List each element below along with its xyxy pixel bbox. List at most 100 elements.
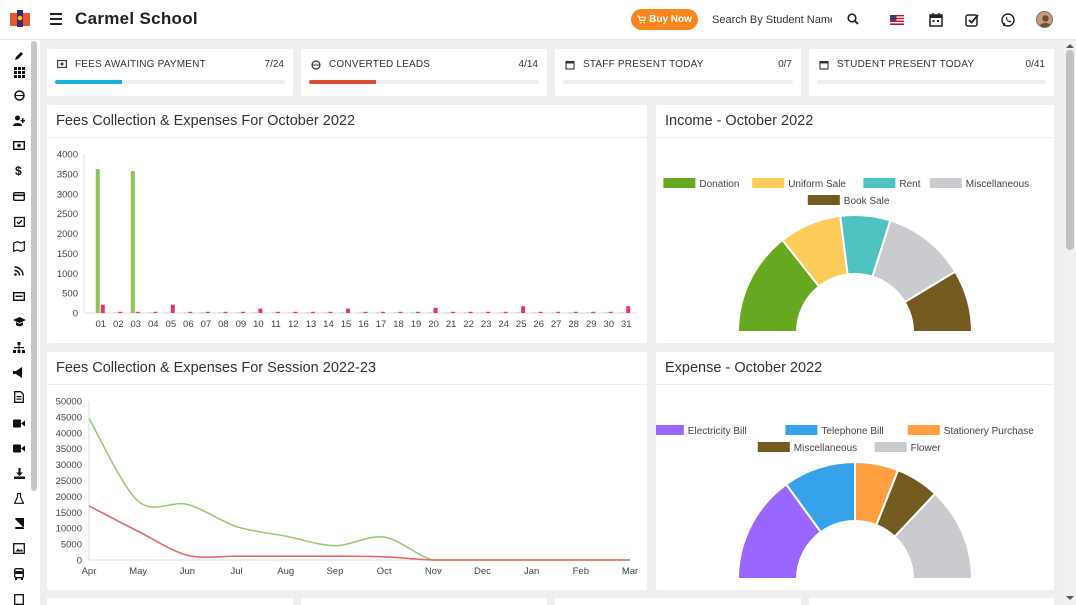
y-tick-label: 5000 xyxy=(61,540,82,551)
x-tick-label: 25 xyxy=(516,319,527,330)
legend-label: Stationery Purchase xyxy=(944,426,1034,437)
user-avatar[interactable] xyxy=(1036,11,1053,28)
expense-bar xyxy=(345,308,350,313)
app-title: Carmel School xyxy=(75,9,198,28)
video-icon[interactable] xyxy=(12,416,26,430)
stat-value: 0/41 xyxy=(1025,59,1045,70)
legend-label: Book Sale xyxy=(844,196,890,207)
expense-bar xyxy=(293,311,298,313)
report-icon[interactable] xyxy=(12,592,26,605)
expense-bar xyxy=(381,311,386,313)
map-icon[interactable] xyxy=(12,239,26,253)
legend-label: Donation xyxy=(699,179,739,190)
stat-label: STAFF PRESENT TODAY xyxy=(583,59,704,70)
x-tick-label: 13 xyxy=(306,319,317,330)
scroll-up-arrow-icon[interactable] xyxy=(1066,43,1074,48)
book-icon[interactable] xyxy=(12,516,26,530)
x-tick-label: Aug xyxy=(277,566,294,577)
x-tick-label: 30 xyxy=(603,319,614,330)
cart-icon xyxy=(637,15,647,24)
y-tick-label: 50000 xyxy=(56,397,82,408)
rss-icon[interactable] xyxy=(12,264,26,278)
megaphone-icon[interactable] xyxy=(12,365,26,379)
x-tick-label: 31 xyxy=(621,319,632,330)
list-box-icon[interactable] xyxy=(12,289,26,303)
expense-bar xyxy=(626,306,631,313)
expense-bar xyxy=(275,311,280,313)
buy-now-label: Buy Now xyxy=(649,14,692,25)
expense-bar xyxy=(398,311,403,313)
graduation-cap-icon[interactable] xyxy=(12,315,26,329)
x-tick-label: 06 xyxy=(183,319,194,330)
video-class-icon[interactable] xyxy=(12,441,26,455)
x-tick-label: Sep xyxy=(326,566,343,577)
add-user-icon[interactable] xyxy=(12,113,26,127)
us-flag-icon[interactable] xyxy=(889,12,905,28)
document-icon[interactable] xyxy=(12,390,26,404)
whatsapp-icon[interactable] xyxy=(1000,12,1016,28)
y-tick-label: 1500 xyxy=(57,249,78,260)
image-frame-icon[interactable] xyxy=(12,541,26,555)
y-tick-label: 20000 xyxy=(56,492,82,503)
x-tick-label: 19 xyxy=(411,319,422,330)
expense-bar xyxy=(205,311,210,313)
x-tick-label: 15 xyxy=(341,319,352,330)
task-check-icon[interactable] xyxy=(964,12,980,28)
progress-track xyxy=(55,80,285,84)
x-tick-label: 18 xyxy=(393,319,404,330)
bus-icon[interactable] xyxy=(12,567,26,581)
session-line-chart: 0 5000 10000 15000 20000 25000 30000 35000 40000… xyxy=(56,397,639,578)
sitemap-icon[interactable] xyxy=(12,340,26,354)
income-doughnut-chart: Donation Uniform Sale Rent Miscellaneous Boo… xyxy=(663,178,1029,333)
search-icon[interactable] xyxy=(847,13,859,25)
buy-now-button[interactable]: Buy Now xyxy=(631,9,698,30)
x-tick-label: Jan xyxy=(524,566,539,577)
expense-bar xyxy=(135,311,140,313)
stat-card-fees-awaiting[interactable]: FEES AWAITING PAYMENT 7/24 xyxy=(47,49,293,96)
x-tick-label: Mar xyxy=(622,566,638,577)
student-search-input[interactable] xyxy=(712,10,832,30)
calendar-check-icon[interactable] xyxy=(12,214,26,228)
x-tick-label: 03 xyxy=(131,319,142,330)
grid-icon[interactable] xyxy=(12,65,26,79)
stat-card-staff-present[interactable]: STAFF PRESENT TODAY 0/7 xyxy=(555,49,801,96)
expense-panel: Expense - October 2022 Electricity Bill T… xyxy=(656,352,1054,590)
calendar-icon xyxy=(565,60,575,70)
stat-card-student-present[interactable]: STUDENT PRESENT TODAY 0/41 xyxy=(809,49,1054,96)
x-tick-label: 12 xyxy=(288,319,299,330)
x-tick-label: Apr xyxy=(82,566,97,577)
sidebar-scrollbar[interactable] xyxy=(31,41,37,491)
y-tick-label: 10000 xyxy=(56,524,82,535)
bottom-card xyxy=(47,598,293,605)
calendar-icon[interactable] xyxy=(928,12,944,28)
x-tick-label: 22 xyxy=(463,319,474,330)
x-tick-label: 09 xyxy=(236,319,247,330)
expense-bar xyxy=(468,311,473,313)
dollar-icon[interactable]: $ xyxy=(12,163,26,177)
expense-bar xyxy=(363,311,368,313)
menu-toggle-icon[interactable] xyxy=(50,13,62,25)
school-logo[interactable] xyxy=(9,9,31,29)
stat-card-converted-leads[interactable]: CONVERTED LEADS 4/14 xyxy=(301,49,547,96)
pencil-icon[interactable] xyxy=(12,49,26,63)
credit-card-icon[interactable] xyxy=(12,189,26,203)
download-icon[interactable] xyxy=(12,466,26,480)
ticket-icon xyxy=(311,60,321,70)
progress-track xyxy=(563,80,793,84)
page-scrollbar-thumb[interactable] xyxy=(1066,50,1074,250)
x-tick-label: 02 xyxy=(113,319,124,330)
expense-bar xyxy=(503,311,508,313)
legend-swatch xyxy=(929,178,962,188)
expense-doughnut-chart: Electricity Bill Telephone Bill Stationery… xyxy=(656,425,1034,580)
global-icon[interactable] xyxy=(12,88,26,102)
y-tick-label: 25000 xyxy=(56,476,82,487)
x-tick-label: Jul xyxy=(230,566,242,577)
stat-label: STUDENT PRESENT TODAY xyxy=(837,59,975,70)
money-icon[interactable] xyxy=(12,138,26,152)
expense-bar xyxy=(433,307,438,313)
flask-icon[interactable] xyxy=(12,491,26,505)
x-tick-label: 01 xyxy=(95,319,106,330)
expense-bar xyxy=(100,304,105,313)
scroll-down-arrow-icon[interactable] xyxy=(1066,596,1074,601)
x-tick-label: 04 xyxy=(148,319,159,330)
